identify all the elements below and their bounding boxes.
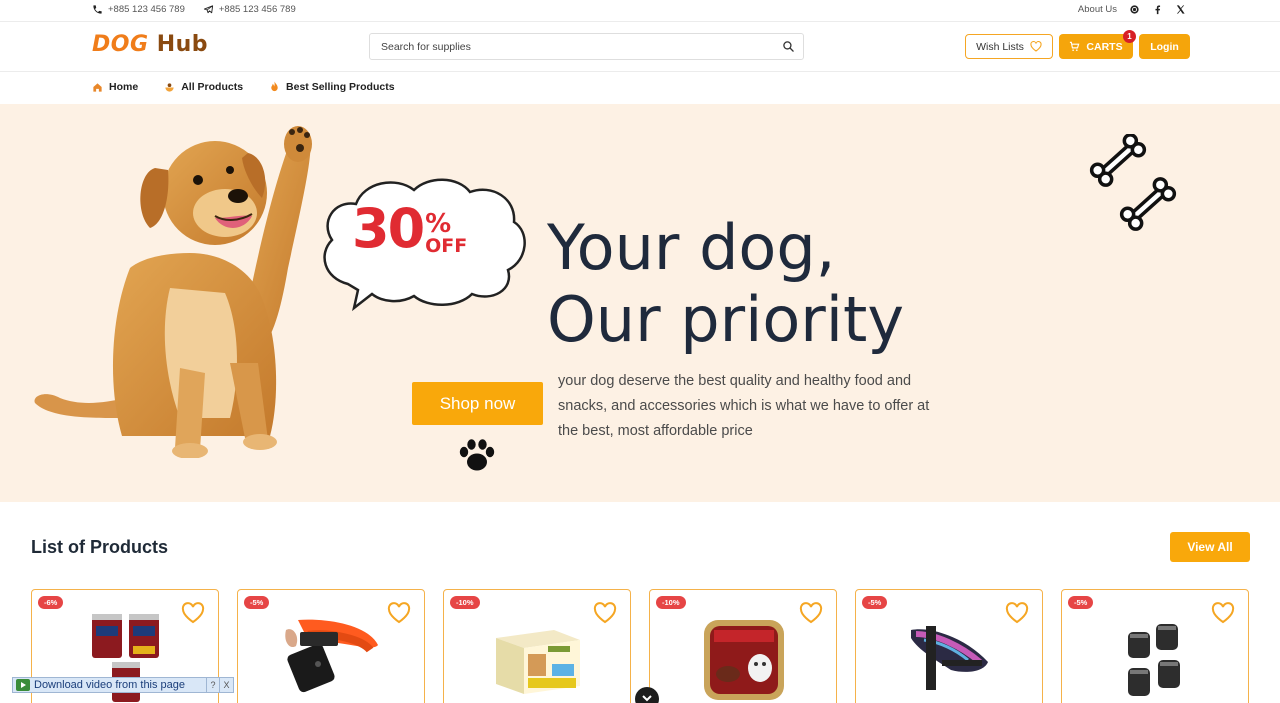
cart-label: CARTS <box>1086 40 1123 53</box>
hero-title: Your dog, Our priority <box>547 212 904 356</box>
chevron-down-icon <box>642 695 652 702</box>
wish-list-label: Wish Lists <box>976 40 1024 53</box>
hero-description: your dog deserve the best quality and he… <box>558 373 930 439</box>
main-nav: Home All Products Best Selling Products <box>0 72 1280 104</box>
facebook-icon[interactable] <box>1152 4 1163 15</box>
bones-decoration <box>1089 134 1177 231</box>
heart-icon <box>1030 41 1042 52</box>
heart-icon[interactable] <box>1005 602 1029 624</box>
discount-badge: -5% <box>1068 596 1094 609</box>
nav-item-best-selling[interactable]: Best Selling Products <box>269 81 395 93</box>
phone-number: +885 123 456 789 <box>108 4 185 15</box>
discount-badge: -10% <box>656 596 686 609</box>
login-button[interactable]: Login <box>1139 34 1190 59</box>
hero-banner: 30 % OFF Your dog, Our priority Shop now <box>0 104 1280 502</box>
discount-text: 30 % OFF <box>352 198 467 260</box>
discount-badge: -5% <box>244 596 270 609</box>
nav-item-all-products[interactable]: All Products <box>164 81 243 93</box>
heart-icon[interactable] <box>181 602 205 624</box>
shop-now-button[interactable]: Shop now <box>412 382 543 425</box>
search-box <box>369 33 804 60</box>
cart-icon <box>1070 41 1080 51</box>
main-header: DOG Hub Wish Lists CARTS 1 Login <box>0 22 1280 72</box>
download-video-bar: Download video from this page ? X <box>12 677 234 693</box>
paw-icon <box>459 439 495 471</box>
hero-title-line-1: Your dog, <box>547 211 836 284</box>
discount-number: 30 <box>352 197 425 260</box>
heart-icon[interactable] <box>1211 602 1235 624</box>
bowl-icon <box>165 82 174 92</box>
product-card[interactable]: -10% <box>649 589 837 703</box>
logo-part-2: Hub <box>156 32 209 57</box>
logo-part-1: DOG <box>92 32 149 57</box>
product-card[interactable]: -10% <box>443 589 631 703</box>
top-bar: +885 123 456 789 +885 123 456 789 About … <box>0 0 1280 22</box>
discount-off: OFF <box>425 235 468 257</box>
fire-icon <box>271 81 278 92</box>
search-input[interactable] <box>370 34 750 59</box>
help-button[interactable]: ? <box>207 678 220 692</box>
heart-icon[interactable] <box>593 602 617 624</box>
telegram-icon <box>203 5 213 14</box>
product-card[interactable]: -5% <box>855 589 1043 703</box>
telegram-number: +885 123 456 789 <box>218 4 296 15</box>
telegram-contact[interactable]: +885 123 456 789 <box>203 4 296 15</box>
download-video-button[interactable]: Download video from this page <box>13 678 207 692</box>
instagram-icon[interactable] <box>1129 4 1140 15</box>
heart-icon[interactable] <box>387 602 411 624</box>
dog-illustration <box>34 126 312 458</box>
nav-item-label: Home <box>109 81 139 93</box>
nav-item-label: All Products <box>181 81 244 93</box>
topbar-right: About Us <box>1078 4 1186 15</box>
scroll-down-button[interactable] <box>635 687 659 703</box>
hero-title-line-2: Our priority <box>547 283 905 356</box>
products-heading: List of Products <box>31 537 169 557</box>
discount-badge: -5% <box>862 596 888 609</box>
house-icon <box>93 82 102 92</box>
about-us-link[interactable]: About Us <box>1078 4 1117 15</box>
close-button[interactable]: X <box>220 678 233 692</box>
wish-list-button[interactable]: Wish Lists <box>965 34 1053 59</box>
play-icon <box>16 679 30 691</box>
phone-icon <box>93 5 102 14</box>
cart-count-badge: 1 <box>1123 30 1136 43</box>
discount-badge: -10% <box>450 596 480 609</box>
discount-badge: -6% <box>38 596 64 609</box>
download-video-label: Download video from this page <box>34 679 186 691</box>
phone-contact[interactable]: +885 123 456 789 <box>92 4 185 15</box>
view-all-button[interactable]: View All <box>1170 532 1250 562</box>
heart-icon[interactable] <box>799 602 823 624</box>
search-icon[interactable] <box>782 40 795 53</box>
nav-item-home[interactable]: Home <box>92 81 138 93</box>
logo[interactable]: DOG Hub <box>92 32 208 57</box>
x-icon[interactable] <box>1175 4 1186 15</box>
cart-button[interactable]: CARTS <box>1059 34 1133 59</box>
product-card[interactable]: -5% <box>1061 589 1249 703</box>
nav-item-label: Best Selling Products <box>286 81 395 93</box>
contact-info: +885 123 456 789 +885 123 456 789 <box>92 4 296 15</box>
product-card[interactable]: -5% <box>237 589 425 703</box>
discount-percent: % <box>425 209 452 239</box>
